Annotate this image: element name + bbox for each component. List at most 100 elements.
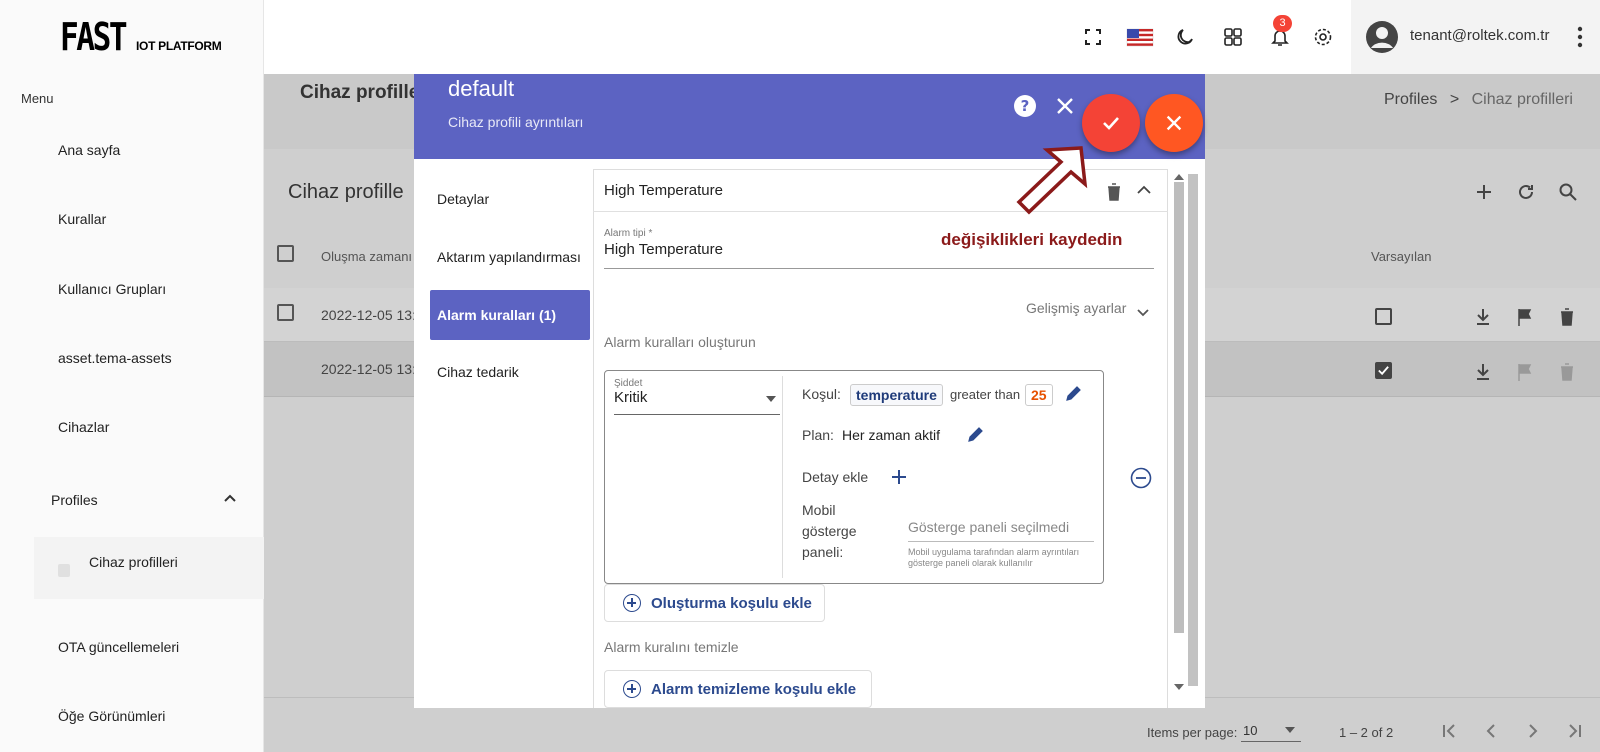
download-icon[interactable] [1474, 307, 1492, 327]
sidebar-item-devices[interactable]: Cihazlar [58, 419, 109, 435]
close-icon[interactable] [1054, 95, 1076, 117]
avatar-icon[interactable] [1365, 20, 1399, 54]
add-create-condition-label: Oluşturma koşulu ekle [651, 594, 812, 612]
last-page-icon[interactable] [1566, 722, 1584, 740]
dialog-subtitle: Cihaz profili ayrıntıları [448, 114, 584, 130]
first-page-icon[interactable] [1440, 722, 1458, 740]
select-all-checkbox[interactable] [277, 245, 294, 262]
tab-details[interactable]: Detaylar [437, 191, 489, 207]
check-icon [1103, 117, 1119, 130]
us-flag-icon[interactable] [1126, 26, 1154, 48]
severity-select[interactable]: Kritik [614, 389, 647, 406]
column-header-created[interactable]: Oluşma zamanı [321, 249, 412, 264]
dialog-scrollbar[interactable] [1172, 174, 1186, 694]
plan-label: Plan: [802, 427, 834, 443]
plan-value: Her zaman aktif [842, 427, 941, 443]
breadcrumb-current: Cihaz profilleri [1471, 91, 1573, 108]
chevron-up-icon[interactable] [222, 490, 238, 506]
add-create-condition-button[interactable]: Oluşturma koşulu ekle [604, 584, 825, 622]
user-email: tenant@roltek.com.tr [1410, 27, 1550, 44]
refresh-icon[interactable] [1516, 182, 1536, 202]
download-icon[interactable] [1474, 362, 1492, 382]
flag-icon[interactable] [1516, 307, 1534, 327]
items-per-page-label: Items per page: [1147, 725, 1238, 740]
help-icon[interactable]: ? [1013, 94, 1037, 118]
add-clear-condition-button[interactable]: Alarm temizleme koşulu ekle [604, 670, 872, 708]
brand-name: FAST [60, 15, 128, 59]
add-detail-icon[interactable] [890, 468, 908, 486]
breadcrumb-profiles[interactable]: Profiles [1384, 91, 1437, 108]
row-default-checkbox [1375, 308, 1392, 325]
sidebar-subitem-label: Cihaz profilleri [89, 554, 178, 570]
outer-scroll-track [1188, 174, 1198, 686]
fullscreen-icon[interactable] [1082, 26, 1104, 48]
clear-rule-label: Alarm kuralını temizle [604, 639, 739, 655]
scrollbar-thumb[interactable] [1174, 182, 1184, 633]
chevron-down-icon[interactable] [1136, 308, 1150, 318]
tab-alarm-rules[interactable]: Alarm kuralları (1) [430, 290, 590, 340]
sidebar-item-assets[interactable]: asset.tema-assets [58, 350, 172, 366]
row-default-checkbox [1375, 362, 1392, 379]
check-icon [1378, 366, 1389, 376]
alarm-panel-title[interactable]: High Temperature [604, 182, 723, 199]
row-created: 2022-12-05 13:2 [321, 307, 424, 323]
scroll-up-icon[interactable] [1174, 174, 1184, 180]
search-icon[interactable] [1558, 182, 1578, 202]
row-created: 2022-12-05 13:2 [321, 361, 424, 377]
severity-label: Şiddet [614, 378, 643, 389]
add-circle-icon [623, 594, 641, 612]
mobile-dashboard-select[interactable]: Gösterge paneli seçilmedi [908, 519, 1069, 535]
dropdown-arrow-icon[interactable] [766, 396, 776, 402]
mobile-dashboard-underline [908, 541, 1094, 542]
condition-operator: greater than [950, 387, 1021, 402]
sidebar-item-ota[interactable]: OTA güncellemeleri [58, 639, 179, 655]
row-checkbox[interactable] [277, 304, 294, 321]
flag-icon [1518, 364, 1532, 381]
menu-label: Menu [21, 91, 54, 106]
more-vert-icon[interactable] [1576, 25, 1584, 49]
sidebar-item-profiles[interactable]: Profiles [51, 492, 98, 508]
next-page-icon[interactable] [1524, 722, 1542, 740]
delete-icon[interactable] [1558, 307, 1576, 327]
dropdown-arrow-icon [1285, 727, 1295, 733]
tab-device-provisioning[interactable]: Cihaz tedarik [437, 364, 519, 380]
mobile-dashboard-hint: Mobil uygulama tarafından alarm ayrıntıl… [908, 547, 1080, 568]
alarm-type-input[interactable]: High Temperature [604, 241, 723, 258]
edit-condition-icon[interactable] [1064, 383, 1084, 403]
brand-tagline: IOT PLATFORM [136, 39, 222, 53]
delete-icon [1561, 363, 1573, 381]
chevron-up-icon[interactable] [1136, 184, 1152, 196]
sidebar-item-home[interactable]: Ana sayfa [58, 142, 120, 158]
alarm-type-underline [604, 268, 1154, 269]
dialog-title: default [448, 76, 515, 101]
sidebar-item-user-groups[interactable]: Kullanıcı Grupları [58, 281, 166, 297]
pagination-range: 1 – 2 of 2 [1339, 725, 1394, 740]
remove-rule-icon[interactable] [1130, 467, 1152, 489]
sidebar-item-entity-views[interactable]: Öğe Görünümleri [58, 708, 165, 724]
close-icon [1166, 115, 1182, 131]
page-title: Cihaz profille [300, 82, 420, 103]
items-per-page-select[interactable]: 10 [1241, 718, 1301, 742]
severity-underline [614, 414, 780, 415]
prev-page-icon[interactable] [1482, 722, 1500, 740]
cancel-button[interactable] [1145, 94, 1203, 152]
advanced-settings-toggle[interactable]: Gelişmiş ayarlar [1026, 300, 1126, 316]
rule-divider [782, 376, 783, 578]
column-header-default[interactable]: Varsayılan [1371, 249, 1431, 264]
condition-label: Koşul: [802, 386, 841, 402]
add-icon[interactable] [1474, 182, 1494, 202]
delete-alarm-icon[interactable] [1106, 182, 1122, 202]
dark-mode-icon[interactable] [1174, 26, 1196, 48]
notification-badge: 3 [1273, 15, 1292, 32]
condition-value-chip: 25 [1025, 384, 1053, 406]
sidebar-item-rules[interactable]: Kurallar [58, 211, 106, 227]
edit-plan-icon[interactable] [966, 424, 986, 444]
sidebar: FAST IOT PLATFORM Menu Ana sayfa Kuralla… [0, 0, 264, 752]
settings-gear-icon[interactable] [1312, 26, 1334, 48]
brand-logo[interactable]: FAST IOT PLATFORM [60, 18, 222, 56]
apps-grid-icon[interactable] [1222, 26, 1244, 48]
tab-transport-config[interactable]: Aktarım yapılandırması [437, 249, 581, 265]
table-title: Cihaz profille [288, 181, 404, 203]
scroll-down-icon[interactable] [1174, 684, 1184, 690]
annotation-text: değişiklikleri kaydedin [941, 230, 1123, 249]
